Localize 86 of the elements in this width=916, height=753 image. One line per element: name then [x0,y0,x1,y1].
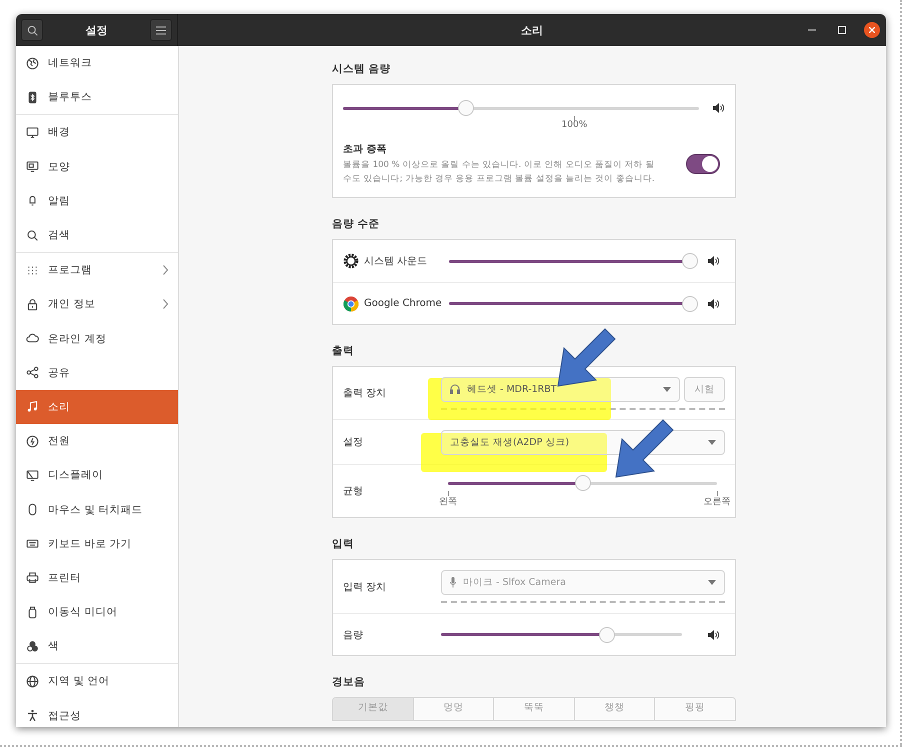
close-icon [869,27,875,33]
sidebar-item[interactable]: 개인 정보 [16,287,178,322]
close-button[interactable] [864,22,880,38]
sidebar-item[interactable]: 프로그램 [16,253,178,288]
globe-icon [26,56,39,70]
toggle-switch[interactable] [686,154,720,174]
sidebar-item[interactable]: 지역 및 언어 [16,664,178,699]
sidebar-item[interactable]: 접근성 [16,698,178,727]
search-button[interactable] [21,19,43,41]
mouse-icon [26,503,39,516]
sidebar-item[interactable]: 온라인 계정 [16,322,178,356]
slider-thumb[interactable] [599,626,616,642]
search-icon [26,228,39,242]
speaker-icon [708,256,719,266]
minimize-icon [808,29,816,31]
app-name: 시스템 사운드 [364,255,428,268]
monitor-icon [26,160,39,174]
sidebar-item[interactable]: 네트워크 [16,46,178,80]
slider-thumb[interactable] [682,296,698,312]
search-icon [26,24,38,36]
speaker-icon [708,298,719,308]
section-title: 출력 [332,344,355,358]
sidebar-item[interactable]: 알림 [16,184,178,218]
caret-icon [708,580,716,585]
speaker-icon [713,103,724,113]
share-icon [26,366,39,380]
color-icon [26,640,39,653]
sidebar-item[interactable]: 키보드 바로 가기 [16,526,178,561]
microphone-icon [450,577,456,588]
output-device-dropdown[interactable]: 헤드셋 - MDR-1RBT [441,376,680,402]
app-name: Google Chrome [364,298,442,309]
slider-thumb[interactable] [682,253,698,269]
display-icon [26,468,39,482]
section-title: 음량 수준 [332,217,381,231]
menu-icon [156,26,166,34]
headphones-icon [450,384,460,394]
music-note-icon [26,400,39,414]
slider-thumb[interactable] [574,475,590,491]
app-logo-icon [343,296,359,312]
section-title: 경보음 [332,675,366,689]
gear-icon [343,253,359,269]
sidebar-item[interactable]: 검색 [16,218,178,252]
accessibility-icon [26,709,39,722]
menu-button[interactable] [150,19,172,41]
over-amplification-description: 볼륨을 100 % 이상으로 올릴 수는 있습니다. 이로 인해 오디오 품질이 저하 될 수도 있습니다; 가능한 경우 응용 프로그램 볼륨 설정을 늘리는 것이 좋습니다. [343,159,656,186]
power-icon [26,434,39,448]
slider-thumb[interactable] [458,100,474,116]
grid-icon [26,264,39,277]
field-label: 설정 [343,436,364,449]
sidebar-item[interactable]: 배경 [16,115,178,150]
sidebar-item[interactable]: 공유 [16,356,178,390]
balance-left-label: 왼쪽 [439,496,457,508]
drive-icon [26,606,39,619]
arrow-drawing [557,327,617,387]
sidebar-item[interactable]: 이동식 미디어 [16,595,178,630]
caret-icon [708,440,716,444]
sidebar-item[interactable]: 프린터 [16,560,178,595]
balance-right-label: 오른쪽 [704,496,730,508]
sidebar-item[interactable]: 디스플레이 [16,458,178,492]
maximize-icon [838,26,846,34]
section-title: 시스템 음량 [332,62,392,76]
printer-icon [26,571,39,584]
globe-icon [26,674,39,688]
tick-label: 100% [562,120,588,130]
arrow-drawing [615,418,675,478]
sidebar-item[interactable]: 모양 [16,150,178,184]
sidebar-item[interactable]: 마우스 및 터치패드 [16,492,178,527]
sidebar-item[interactable]: 소리 [16,390,178,424]
window-title: 소리 [521,22,543,38]
sidebar-item[interactable]: 전원 [16,424,178,458]
monitor-icon [26,126,39,139]
sidebar-item[interactable]: 색 [16,629,178,664]
speaker-icon [708,630,719,640]
bluetooth-icon [26,90,39,104]
field-label: 출력 장치 [343,387,388,400]
caret-icon [663,386,671,392]
field-label: 균형 [343,485,364,498]
sidebar-title: 설정 [86,22,108,38]
over-amplification-label: 초과 증폭 [343,143,388,156]
lock-icon [26,298,39,311]
field-label: 음량 [343,628,364,642]
section-title: 입력 [332,537,355,551]
keyboard-icon [26,537,39,550]
cloud-icon [26,332,39,346]
field-label: 입력 장치 [343,580,388,594]
sidebar-item[interactable]: 블루투스 [16,80,178,114]
